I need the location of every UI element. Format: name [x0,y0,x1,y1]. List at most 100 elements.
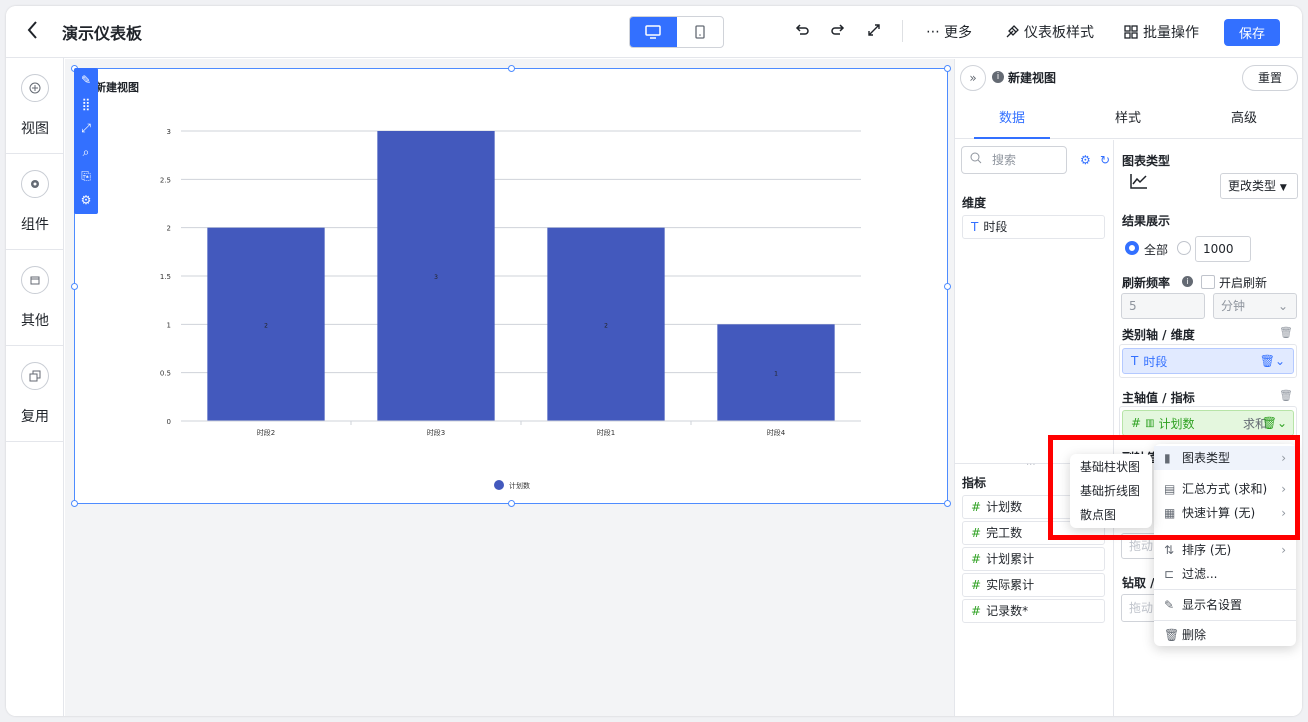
filter-icon: ⊏ [1164,567,1175,581]
export-icon[interactable]: ⎘ [74,164,98,188]
collapse-panel-icon[interactable]: » [960,65,986,91]
desktop-view-button[interactable] [630,17,677,47]
radio-limit[interactable] [1177,241,1191,255]
sort-icon: ⇅ [1164,543,1175,557]
tab-advanced[interactable]: 高级 [1186,99,1302,139]
trash-icon[interactable]: 🗑 [1279,389,1293,402]
field-list: 搜索 ⚙ ↻ 维度 T 时段 ··· 指标 # 计划数 # 完工数 # 计划累计 # 实际… [954,140,1114,716]
drag-handle[interactable]: ··· [1026,460,1036,471]
resize-handle[interactable] [944,500,951,507]
resize-handle[interactable] [944,283,951,290]
bar-chart: 0 0.5 1 1.5 2 2.5 3 2 时段2 3 时段3 2 时段1 1 时段4 计划数 [160,128,861,490]
resize-handle[interactable] [71,283,78,290]
main-field-pill[interactable]: # ▥ 计划数 求和 🗑⌄ [1122,410,1294,436]
metric-field[interactable]: # 实际累计 [962,573,1105,597]
x-tick-label: 时段4 [767,428,786,437]
dimension-field[interactable]: T 时段 [962,215,1105,239]
view-name: 新建视图 [1008,71,1057,85]
chevron-right-icon: › [1281,543,1286,557]
caret-down-icon: ▼ [1279,183,1287,193]
field-settings-icon[interactable]: ⚙ [1080,153,1091,167]
brush-icon [1006,25,1019,38]
trash-icon[interactable]: 🗑 [1279,326,1293,339]
nav-item-component[interactable]: 组件 [6,154,64,250]
menu-item-filter[interactable]: ⊏ 过滤... [1154,562,1296,586]
y-tick-label: 2 [167,225,171,233]
metric-field[interactable]: # 记录数* [962,599,1105,623]
result-limit-input[interactable]: 1000 [1195,236,1251,262]
menu-item-delete[interactable]: 🗑 删除 [1154,623,1296,647]
resize-handle[interactable] [944,65,951,72]
settings-icon[interactable]: ⚙ [74,188,98,212]
legend-marker [494,480,504,490]
expand-icon[interactable]: ⤢ [74,116,98,140]
refresh-icon[interactable]: ↻ [1100,153,1110,167]
chart-type-label: 图表类型 [1122,154,1171,168]
dashboard-style-button[interactable]: 仪表板样式 [1004,22,1094,42]
change-type-select[interactable]: 更改类型 ▼ [1220,173,1298,199]
grid-icon [1124,25,1138,39]
edit-icon[interactable]: ✎ [74,68,98,92]
menu-item-display-name[interactable]: ✎ 显示名设置 [1154,593,1296,617]
chart-widget[interactable]: 新建视图 0 0.5 1 1.5 2 2.5 3 2 时段2 3 时段3 2 时段1 1 时段4 计划数 [71,65,951,507]
layout-icon[interactable]: ⣿ [74,92,98,116]
tab-data[interactable]: 数据 [954,99,1070,139]
menu-divider [1154,589,1296,590]
x-tick-label: 时段1 [597,428,615,437]
pill-actions-icon[interactable]: 🗑⌄ [1262,416,1287,430]
resize-handle[interactable] [71,500,78,507]
metric-field[interactable]: # 计划累计 [962,547,1105,571]
refresh-checkbox[interactable] [1201,275,1215,289]
drill-label: 钻取 / [1122,576,1155,590]
mobile-view-button[interactable] [677,17,724,47]
more-button[interactable]: ⋯ 更多 [926,22,972,42]
data-label: 2 [264,322,268,329]
edit-icon: ✎ [1164,598,1175,612]
tab-style[interactable]: 样式 [1070,99,1186,139]
undo-icon[interactable] [794,22,810,42]
plus-circle-icon [21,74,49,102]
text-type-icon: T [1131,354,1139,368]
radio-all-label: 全部 [1144,243,1169,257]
fullscreen-icon[interactable] [866,22,882,42]
trash-icon: 🗑 [1164,628,1180,642]
line-chart-icon [1129,172,1149,194]
data-label: 2 [604,322,608,329]
pill-actions-icon[interactable]: 🗑⌄ [1260,354,1285,368]
refresh-value-input[interactable]: 5 [1121,293,1205,319]
y-tick-label: 0 [167,418,171,426]
bar-chart-icon: ▥ [1145,417,1155,429]
header: 演示仪表板 ⋯ 更多 仪表板样式 批量操作 保存 [6,6,1302,58]
widget-toolbar: ✎ ⣿ ⤢ ⌕ ⎘ ⚙ [74,68,98,214]
inspect-icon[interactable]: ⌕ [74,140,98,164]
panel-tabs: 数据 样式 高级 [954,99,1302,139]
batch-operation-button[interactable]: 批量操作 [1123,22,1199,42]
refresh-unit-select[interactable]: 分钟 ⌄ [1213,293,1297,319]
result-display-label: 结果展示 [1122,214,1171,228]
radio-all[interactable] [1125,241,1139,255]
ellipsis-icon: ⋯ [926,24,940,40]
category-field-pill[interactable]: T 时段 🗑⌄ [1122,348,1294,374]
menu-item-sort[interactable]: ⇅ 排序 (无) › [1154,538,1296,562]
y-tick-label: 1.5 [160,273,171,281]
back-icon[interactable] [26,20,40,44]
y-tick-label: 1 [167,321,171,329]
y-tick-label: 2.5 [160,176,171,184]
info-icon: i [992,71,1004,83]
left-nav: 视图 组件 其他 复用 [6,58,64,716]
menu-divider [1154,620,1296,621]
search-icon [970,152,982,168]
page-title: 演示仪表板 [62,24,143,43]
box-icon [21,266,49,294]
panel-header: » i 新建视图 重置 [954,59,1302,99]
redo-icon[interactable] [830,22,846,42]
nav-item-reuse[interactable]: 复用 [6,346,64,442]
resize-handle[interactable] [508,65,515,72]
x-tick-label: 时段2 [257,428,275,437]
refresh-rate-label: 刷新频率 [1122,276,1171,290]
nav-item-other[interactable]: 其他 [6,250,64,346]
save-button[interactable]: 保存 [1224,19,1280,46]
nav-item-view[interactable]: 视图 [6,58,64,154]
resize-handle[interactable] [508,500,515,507]
reset-button[interactable]: 重置 [1242,65,1298,91]
